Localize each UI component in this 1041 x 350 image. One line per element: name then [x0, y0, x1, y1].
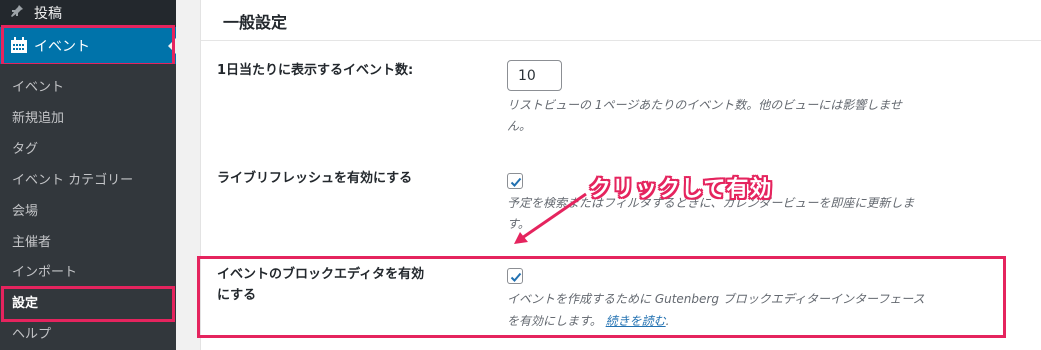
- submenu-item-event-categories[interactable]: イベント カテゴリー: [12, 170, 133, 192]
- submenu-item-import[interactable]: インポート: [12, 262, 77, 284]
- annotation-callout: クリックして有効: [589, 177, 773, 202]
- admin-sidebar: 投稿 イベント イベント 新規追加 タグ イベント カテゴリー 会場 主催者 イ…: [0, 0, 176, 350]
- highlight-block-editor-row: [197, 256, 1006, 338]
- section-divider: [201, 40, 1041, 41]
- events-per-page-input[interactable]: [507, 60, 562, 91]
- annotation-arrow: [514, 192, 587, 244]
- submenu-item-help[interactable]: ヘルプ: [12, 324, 51, 346]
- menu-item-posts[interactable]: 投稿: [0, 0, 176, 26]
- section-title: 一般設定: [223, 13, 288, 32]
- menu-item-posts-label: 投稿: [34, 6, 62, 22]
- highlight-events-menu: [1, 25, 175, 66]
- events-per-page-description-line1: リストビューの 1ページあたりのイベント数。他のビューには影響しませ: [507, 98, 902, 112]
- highlight-settings-item: [1, 286, 175, 322]
- submenu-item-tags[interactable]: タグ: [12, 139, 38, 161]
- submenu-item-organizers[interactable]: 主催者: [12, 232, 51, 254]
- live-refresh-label: ライブリフレッシュを有効にする: [217, 171, 413, 186]
- events-per-page-label: 1日当たりに表示するイベント数:: [217, 63, 414, 78]
- submenu-item-add-new[interactable]: 新規追加: [12, 108, 64, 130]
- checkmark-icon: [510, 177, 522, 187]
- events-per-page-description-line2: ん。: [507, 119, 532, 133]
- pushpin-icon: [10, 4, 34, 22]
- live-refresh-checkbox[interactable]: [507, 173, 523, 189]
- submenu-item-events[interactable]: イベント: [12, 77, 64, 99]
- submenu-item-venues[interactable]: 会場: [12, 201, 38, 223]
